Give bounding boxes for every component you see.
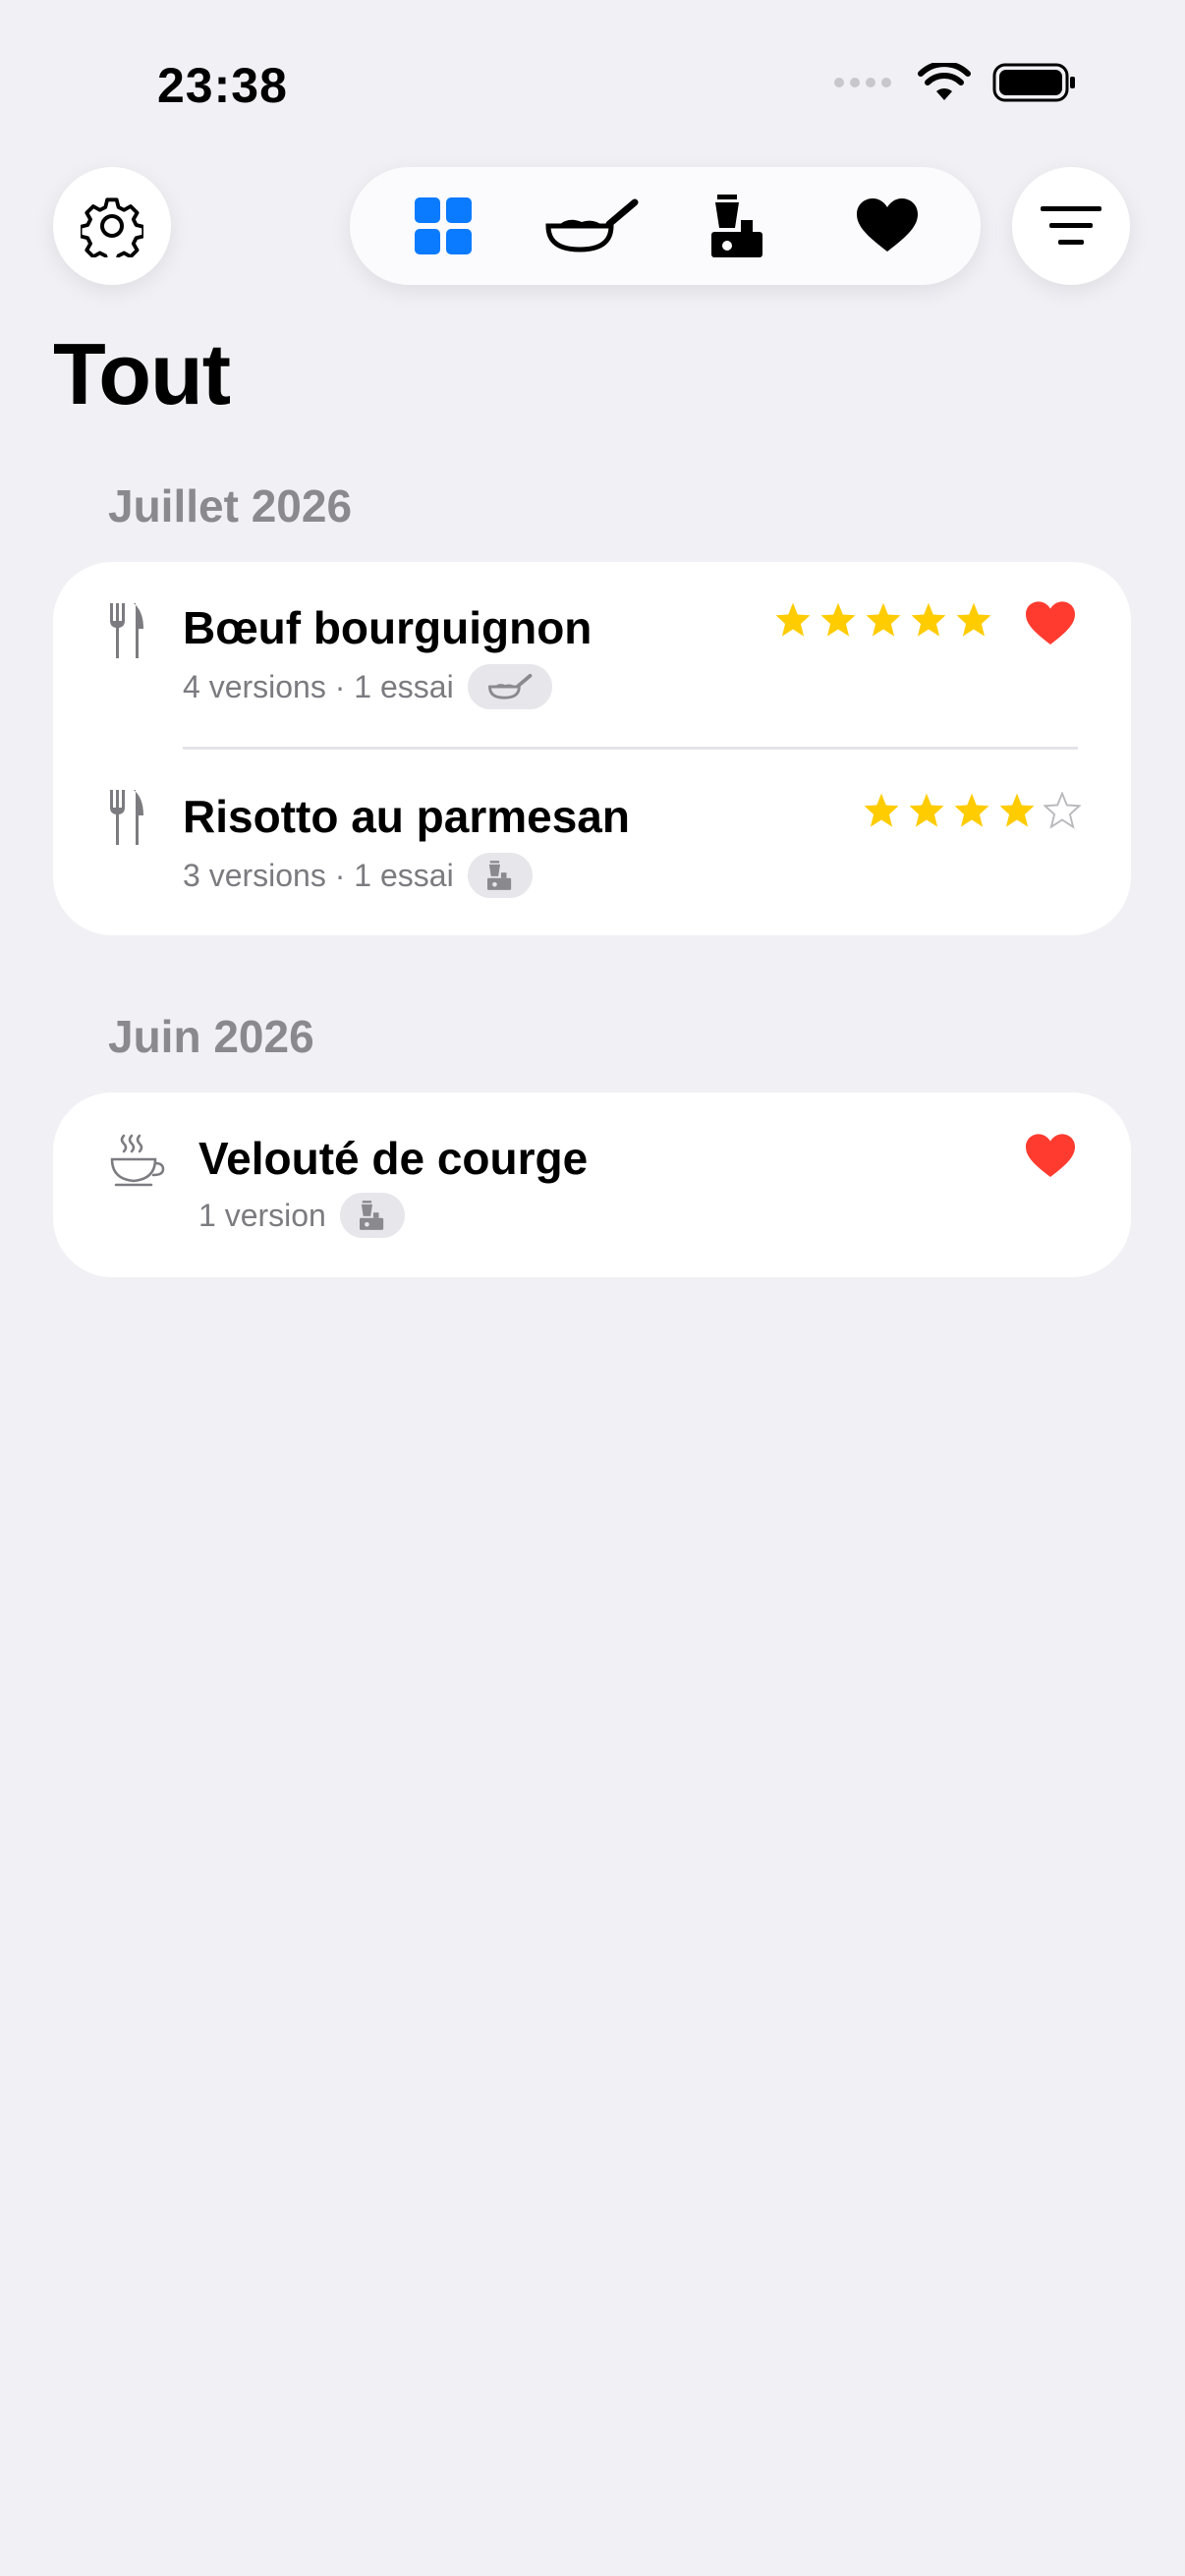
soup-cup-icon: [110, 1134, 165, 1187]
recipe-title: Risotto au parmesan: [183, 791, 630, 842]
grid-icon: [415, 197, 473, 254]
recipe-subtitle: 4 versions · 1 essai: [183, 664, 552, 709]
star-filled-icon: [909, 793, 944, 827]
category-segmented-control: [350, 167, 981, 285]
recipe-row-veloute[interactable]: Velouté de courge 1 version: [53, 1092, 1131, 1277]
fork-knife-icon: [110, 790, 143, 845]
recipe-row-boeuf[interactable]: Bœuf bourguignon 4 versions · 1 essai: [53, 562, 1131, 749]
star-filled-icon: [956, 602, 991, 637]
recipe-row-risotto[interactable]: Risotto au parmesan 3 versions · 1 essai: [53, 749, 1131, 935]
equipment-chip: [339, 1193, 405, 1238]
favorite-heart-icon[interactable]: [1026, 1134, 1075, 1179]
recipe-meta: 1 version: [198, 1197, 326, 1233]
blender-icon: [359, 1201, 383, 1230]
heart-icon: [856, 198, 918, 252]
segment-pan[interactable]: [533, 177, 650, 275]
recipe-card-june: Velouté de courge 1 version: [53, 1092, 1131, 1277]
favorite-heart-icon[interactable]: [1026, 601, 1075, 646]
rating-stars: [863, 792, 1081, 829]
star-filled-icon: [954, 793, 989, 827]
star-filled-icon: [820, 602, 856, 637]
star-empty-icon: [1044, 792, 1081, 829]
recipe-card-july: Bœuf bourguignon 4 versions · 1 essai Ri…: [53, 562, 1131, 935]
star-filled-icon: [911, 602, 946, 637]
recipe-title: Velouté de courge: [198, 1133, 589, 1184]
rating-stars: [774, 601, 992, 639]
status-time: 23:38: [157, 58, 288, 113]
wifi-icon: [918, 63, 971, 100]
pan-icon: [545, 198, 639, 252]
star-filled-icon: [866, 602, 901, 637]
segment-all[interactable]: [384, 177, 502, 275]
fork-knife-icon: [110, 603, 143, 658]
settings-button[interactable]: [53, 167, 171, 285]
equipment-chip: [467, 853, 533, 898]
recipe-meta: 3 versions · 1 essai: [183, 857, 454, 893]
filter-lines-icon: [1041, 206, 1101, 245]
segment-blender[interactable]: [680, 177, 798, 275]
cellular-icon: [834, 78, 891, 87]
battery-icon: [992, 63, 1075, 102]
star-filled-icon: [864, 793, 899, 827]
recipe-subtitle: 1 version: [198, 1193, 405, 1238]
recipe-title: Bœuf bourguignon: [183, 602, 592, 653]
filter-button[interactable]: [1012, 167, 1130, 285]
star-filled-icon: [999, 793, 1035, 827]
star-filled-icon: [775, 602, 811, 637]
section-header-july: Juillet 2026: [108, 480, 353, 532]
pan-icon: [487, 673, 533, 700]
recipe-subtitle: 3 versions · 1 essai: [183, 853, 533, 898]
blender-icon: [486, 861, 511, 890]
equipment-chip: [467, 664, 552, 709]
recipe-meta: 4 versions · 1 essai: [183, 668, 454, 704]
gear-icon: [81, 197, 143, 257]
blender-icon: [711, 195, 763, 257]
section-header-june: Juin 2026: [108, 1011, 314, 1062]
status-icons: [833, 63, 1077, 102]
segment-favorites[interactable]: [828, 177, 946, 275]
page-title: Tout: [53, 325, 231, 422]
